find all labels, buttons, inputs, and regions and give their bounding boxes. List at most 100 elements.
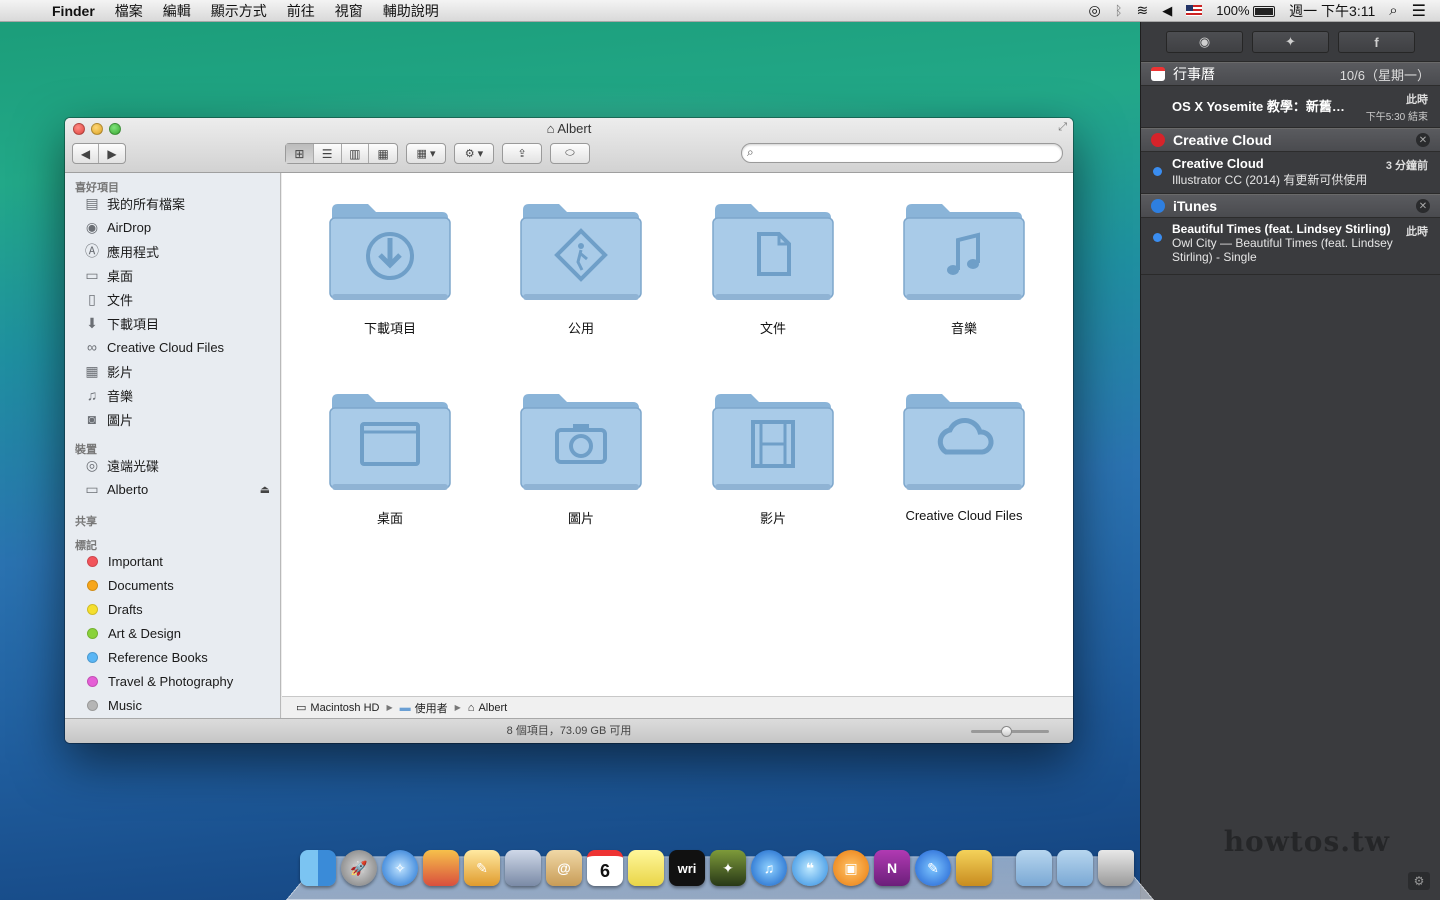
dock-pages-icon[interactable]: ✎ [464, 850, 500, 886]
sidebar-item-movies[interactable]: ▦ 影片 [65, 359, 280, 383]
folder-creative-cloud-files[interactable]: Creative Cloud Files [879, 388, 1049, 523]
back-button[interactable]: ◀ [73, 144, 100, 163]
arrange-button[interactable]: ▦ ▾ [406, 143, 446, 164]
wifi-icon[interactable]: ≋ [1137, 2, 1149, 19]
action-button[interactable]: ⚙ ▾ [454, 143, 494, 164]
icon-view-button[interactable]: ⊞ [286, 144, 314, 163]
sidebar-tag-music[interactable]: Music [65, 693, 280, 717]
search-icon: ⌕ [747, 145, 754, 159]
folder-public[interactable]: 公用 [496, 198, 666, 337]
forward-button[interactable]: ▶ [99, 144, 125, 163]
sidebar-tag-reference-books[interactable]: Reference Books [65, 645, 280, 669]
camera-icon: ◙ [87, 411, 97, 427]
dock-contacts-icon[interactable]: @ [546, 850, 582, 886]
dock-safari-icon[interactable]: ✧ [382, 850, 418, 886]
folder-downloads[interactable]: 下載項目 [305, 198, 475, 337]
sidebar-tag-important[interactable]: Important [65, 549, 280, 573]
path-item-users[interactable]: ▬ 使用者 [400, 700, 448, 716]
folder-pictures[interactable]: 圖片 [496, 388, 666, 527]
dock-itunes-icon[interactable]: ♫ [751, 850, 787, 886]
fullscreen-icon[interactable]: ⤢ [1058, 121, 1067, 134]
menu-go[interactable]: 前往 [277, 1, 325, 21]
volume-icon[interactable]: ◀ [1162, 3, 1172, 19]
share-twitter-button[interactable]: ✦ [1252, 31, 1329, 53]
notification-settings-gear-icon[interactable]: ⚙ [1408, 872, 1430, 890]
sidebar-tag-drafts[interactable]: Drafts [65, 597, 280, 621]
folder-movies[interactable]: 影片 [688, 388, 858, 527]
dock-onenote-icon[interactable]: N [874, 850, 910, 886]
close-section-icon[interactable]: ✕ [1416, 199, 1430, 213]
sidebar-tag-documents[interactable]: Documents [65, 573, 280, 597]
sidebar-item-creative-cloud-files[interactable]: ∞ Creative Cloud Files [65, 335, 280, 359]
share-messages-button[interactable]: ◉ [1166, 31, 1243, 53]
dock-documents-stack-icon[interactable] [1016, 850, 1052, 886]
sidebar-item-desktop[interactable]: ▭ 桌面 [65, 263, 280, 287]
sidebar-item-documents[interactable]: ▯ 文件 [65, 287, 280, 311]
path-item-albert[interactable]: ⌂ Albert [468, 702, 507, 714]
share-button[interactable]: ⇪ [502, 143, 542, 164]
icon-size-slider[interactable] [971, 726, 1049, 737]
tags-button[interactable]: ⬭ [550, 143, 590, 164]
input-source-flag-icon[interactable] [1186, 5, 1203, 16]
menu-window[interactable]: 視窗 [325, 1, 373, 21]
calendar-event-notification[interactable]: OS X Yosemite 教學：新舊… 此時 下午5:30 結束 [1141, 86, 1440, 128]
dock-trash-icon[interactable] [1098, 850, 1134, 886]
sidebar-tag-travel-photography[interactable]: Travel & Photography [65, 669, 280, 693]
path-item-macintosh-hd[interactable]: ▭ Macintosh HD [296, 701, 379, 715]
folder-documents[interactable]: 文件 [688, 198, 858, 337]
search-field[interactable]: ⌕ [741, 143, 1063, 163]
sidebar-tag-art-design[interactable]: Art & Design [65, 621, 280, 645]
menu-help[interactable]: 輔助說明 [373, 1, 449, 21]
sidebar-item-all-my-files[interactable]: ▤ 我的所有檔案 [65, 191, 280, 215]
dock-writer-icon[interactable]: wri [669, 850, 705, 886]
share-facebook-button[interactable]: f [1338, 31, 1415, 53]
menu-app-finder[interactable]: Finder [46, 3, 105, 19]
column-view-button[interactable]: ▥ [342, 144, 370, 163]
dock-calendar-icon[interactable]: 6 [587, 850, 623, 886]
coverflow-view-button[interactable]: ▦ [369, 144, 397, 163]
menu-view[interactable]: 顯示方式 [201, 1, 277, 21]
notification-center-icon[interactable]: ☰ [1412, 1, 1426, 21]
sidebar-item-downloads[interactable]: ⬇ 下載項目 [65, 311, 280, 335]
creative-cloud-menu-icon[interactable]: ◎ [1089, 2, 1101, 19]
sidebar-item-applications[interactable]: Ⓐ 應用程式 [65, 239, 280, 263]
sidebar-item-remote-disc[interactable]: ◎ 遠端光碟 [65, 453, 280, 477]
music-note-icon [903, 204, 1025, 300]
menu-file[interactable]: 檔案 [105, 1, 153, 21]
sidebar-item-alberto[interactable]: ▭ Alberto ⏏ [65, 477, 280, 501]
dock-archive-utility-icon[interactable] [956, 850, 992, 886]
slider-knob[interactable] [1001, 726, 1013, 737]
dock-photo-app-icon[interactable] [423, 850, 459, 886]
dock-preview-icon[interactable] [505, 850, 541, 886]
drive-icon: ▭ [85, 480, 99, 497]
dock-pen-app-icon[interactable]: ✎ [915, 850, 951, 886]
search-input[interactable] [764, 146, 1054, 160]
itunes-notification[interactable]: Beautiful Times (feat. Lindsey Stirling)… [1141, 218, 1440, 275]
dock-messages-icon[interactable]: ❝ [792, 850, 828, 886]
list-view-button[interactable]: ☰ [314, 144, 342, 163]
spotlight-search-icon[interactable]: ⌕ [1389, 2, 1397, 19]
folder-desktop[interactable]: 桌面 [305, 388, 475, 527]
dock-illustrator-app-icon[interactable]: ✦ [710, 850, 746, 886]
folder-music[interactable]: 音樂 [879, 198, 1049, 337]
eject-icon[interactable]: ⏏ [260, 483, 270, 496]
dock-launchpad-icon[interactable]: 🚀 [341, 850, 377, 886]
creative-cloud-notification[interactable]: Creative Cloud Illustrator CC (2014) 有更新… [1141, 152, 1440, 194]
bluetooth-icon[interactable]: ᛒ [1115, 3, 1123, 18]
sidebar-header-devices: 裝置 [75, 444, 97, 456]
dock-ibooks-icon[interactable]: ▣ [833, 850, 869, 886]
sidebar-item-airdrop[interactable]: ◉ AirDrop [65, 215, 280, 239]
dock-stickies-icon[interactable] [628, 850, 664, 886]
public-sign-icon [520, 204, 642, 300]
sidebar-item-music[interactable]: ♫ 音樂 [65, 383, 280, 407]
tag-color-dot [87, 675, 98, 687]
close-section-icon[interactable]: ✕ [1416, 133, 1430, 147]
menu-edit[interactable]: 編輯 [153, 1, 201, 21]
back-forward-buttons: ◀ ▶ [72, 143, 126, 164]
dock-finder-icon[interactable] [300, 850, 336, 886]
menubar-clock[interactable]: 週一 下午3:11 [1289, 1, 1375, 21]
battery-status[interactable]: 100% [1216, 3, 1276, 18]
notification-title: Beautiful Times (feat. Lindsey Stirling) [1172, 222, 1391, 236]
dock-downloads-stack-icon[interactable] [1057, 850, 1093, 886]
sidebar-item-pictures[interactable]: ◙ 圖片 [65, 407, 280, 431]
